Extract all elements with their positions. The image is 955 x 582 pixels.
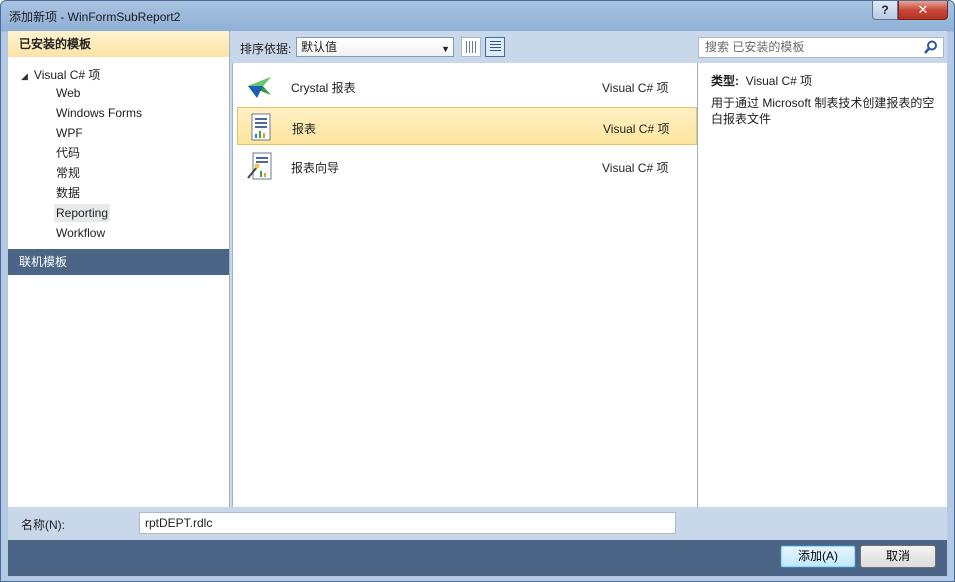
help-button[interactable]: ? — [872, 1, 898, 20]
category-panel: 已安装的模板 ◢ Visual C# 项 Web Windows Forms WP… — [8, 31, 230, 507]
search-placeholder: 搜索 已安装的模板 — [705, 40, 805, 54]
sort-value: 默认值 — [301, 40, 338, 54]
template-row-crystal[interactable]: Crystal 报表 Visual C# 项 — [237, 67, 697, 105]
sort-dropdown[interactable]: 默认值 ▼ — [296, 37, 454, 57]
sort-label: 排序依据: — [240, 42, 292, 56]
template-name: 报表 — [292, 122, 317, 136]
details-description: 用于通过 Microsoft 制表技术创建报表的空白报表文件 — [711, 96, 935, 126]
template-list: Crystal 报表 Visual C# 项 报表 Visual C# 项 报表… — [232, 63, 698, 507]
title-bar[interactable]: 添加新项 - WinFormSubReport2 ? ✕ — [1, 1, 954, 31]
template-details: 类型: Visual C# 项 用于通过 Microsoft 制表技术创建报表的… — [698, 63, 947, 507]
search-icon[interactable] — [923, 39, 939, 55]
tree-item-web[interactable]: Web — [54, 84, 82, 102]
template-row-report-wizard[interactable]: 报表向导 Visual C# 项 — [237, 147, 697, 185]
small-icons-view-button[interactable] — [461, 37, 481, 57]
template-name: 报表向导 — [291, 161, 340, 175]
close-button[interactable]: ✕ — [898, 1, 948, 20]
dialog-window: 添加新项 - WinFormSubReport2 ? ✕ 已安装的模板 ◢ Vis… — [0, 0, 955, 582]
crystal-report-icon — [248, 77, 271, 98]
window-title: 添加新项 - WinFormSubReport2 — [9, 10, 181, 24]
tree-item-code[interactable]: 代码 — [54, 144, 82, 162]
tree-item-reporting[interactable]: Reporting — [54, 204, 111, 222]
details-panel: 搜索 已安装的模板 类型: Visual C# 项 用于通过 Microsoft… — [698, 31, 947, 507]
tree-root-label: Visual C# 项 — [33, 68, 101, 82]
category-panel-empty — [8, 275, 229, 507]
tree-item-windows-forms[interactable]: Windows Forms — [54, 104, 144, 122]
tree-item-general[interactable]: 常规 — [54, 164, 82, 182]
template-row-report[interactable]: 报表 Visual C# 项 — [237, 107, 697, 145]
template-type: Visual C# 项 — [603, 122, 670, 136]
template-name: Crystal 报表 — [291, 81, 356, 95]
tree-item-wpf[interactable]: WPF — [54, 124, 85, 142]
chevron-down-icon: ▼ — [441, 44, 450, 54]
list-view-button[interactable] — [485, 37, 505, 57]
sort-toolbar: 排序依据: 默认值 ▼ — [232, 31, 698, 63]
list-view-icon — [490, 41, 501, 53]
expand-arrow-icon[interactable]: ◢ — [21, 71, 28, 81]
tree-item-data[interactable]: 数据 — [54, 184, 82, 202]
tree-root-csharp[interactable]: ◢ Visual C# 项 — [21, 66, 100, 83]
installed-templates-header[interactable]: 已安装的模板 — [8, 31, 229, 57]
report-icon — [251, 113, 271, 141]
tree-item-workflow[interactable]: Workflow — [54, 224, 107, 242]
template-list-panel: 排序依据: 默认值 ▼ Crystal 报表 Visual C# 项 报表 Vi… — [232, 31, 698, 507]
template-type: Visual C# 项 — [602, 161, 669, 175]
cancel-button[interactable]: 取消 — [860, 545, 936, 568]
add-button[interactable]: 添加(A) — [780, 545, 856, 568]
name-label: 名称(N): — [21, 518, 65, 532]
online-templates-header[interactable]: 联机模板 — [8, 249, 229, 275]
search-input[interactable]: 搜索 已安装的模板 — [698, 37, 944, 58]
report-wizard-icon — [247, 152, 272, 180]
details-type-value: Visual C# 项 — [745, 74, 813, 88]
dialog-body: 已安装的模板 ◢ Visual C# 项 Web Windows Forms WP… — [8, 31, 947, 576]
template-type: Visual C# 项 — [602, 81, 669, 95]
details-type-label: 类型: — [711, 74, 739, 88]
details-type: 类型: Visual C# 项 — [711, 72, 812, 89]
name-field[interactable]: rptDEPT.rdlc — [139, 512, 676, 534]
grid-view-icon — [466, 41, 477, 53]
